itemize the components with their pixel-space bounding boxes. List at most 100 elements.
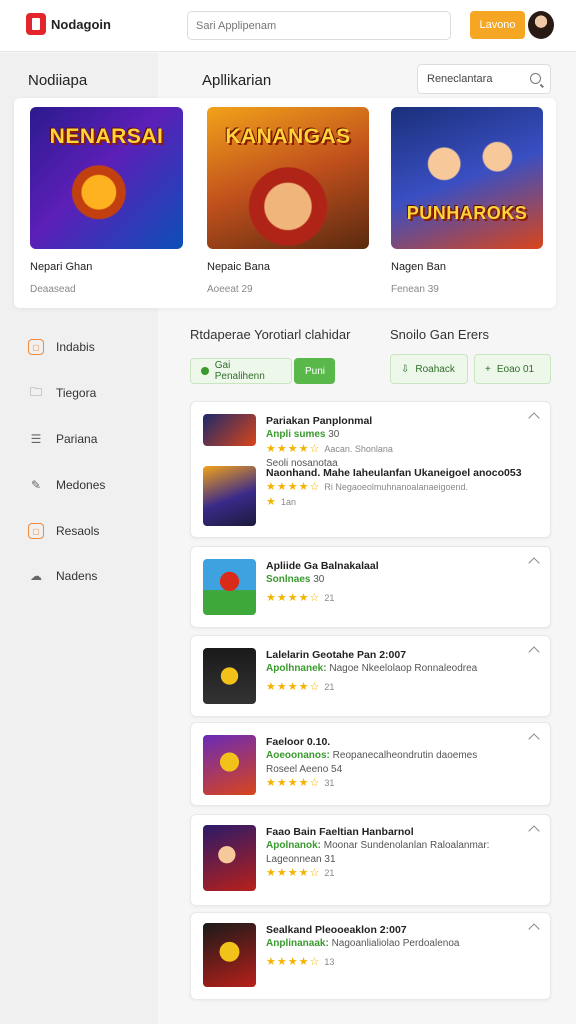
app-icon (203, 825, 256, 891)
app-meta: Ri Negaoeolmuhnanoalanaeigoend. (324, 482, 468, 493)
app-icon (203, 559, 256, 615)
app-icon (203, 414, 256, 446)
status-dot-icon (201, 367, 209, 375)
app-icon (203, 735, 256, 795)
filter-pill-active[interactable]: Puni (294, 358, 335, 384)
app-list-card[interactable]: Lalelarin Geotahe Pan 2:007 Apolhnanek: … (190, 635, 551, 717)
app-meta: 30 (328, 429, 340, 441)
rating-stars: ★★★★☆ (266, 867, 321, 880)
recommend-search-box[interactable]: Reneclantara (417, 64, 551, 94)
app-title: Sealkand Pleooeaklon 2:007 (266, 924, 407, 936)
card-subtitle: Deaasead (30, 284, 76, 295)
action-pill-label: Roahack (415, 363, 455, 375)
app-icon: ▢ (28, 523, 44, 539)
filter-pill[interactable]: Gai Penalihenn (190, 358, 292, 384)
cloud-icon: ☁ (30, 569, 42, 583)
action-pill[interactable]: + Eoao 01 (474, 354, 551, 384)
rating-count: 21 (324, 868, 335, 879)
app-icon (203, 923, 256, 987)
rating-stars: ★ (266, 496, 277, 509)
page-title: Apllikarian (202, 72, 272, 89)
app-icon: ▢ (28, 339, 44, 355)
download-icon: ⇩ (401, 363, 410, 375)
folder-icon: 🗀 (29, 384, 42, 399)
app-list-card[interactable]: Sealkand Pleooeaklon 2:007 Anplinanaak: … (190, 912, 551, 1000)
rating-stars: ★★★★☆ (266, 442, 321, 455)
app-title: Pariakan Panplonmal (266, 415, 373, 427)
app-category: Apolhnanek: (266, 663, 327, 675)
header-action-button[interactable]: Lavono (470, 11, 525, 39)
sidebar-item-indabis[interactable]: ▢ Indabis (28, 339, 95, 355)
chevron-up-icon[interactable] (528, 557, 540, 569)
sidebar-item-resaols[interactable]: ▢ Resaols (28, 523, 99, 539)
card-title: Nepaic Bana (207, 261, 270, 273)
list-item[interactable]: Faeloor 0.10. Aoeoonanos: Reopanecalheon… (203, 735, 536, 795)
app-title: Faao Bain Faeltian Hanbarnol (266, 826, 414, 838)
card-title: Nepari Ghan (30, 261, 93, 273)
rating-count: 21 (324, 592, 335, 603)
list-icon: ☰ (30, 432, 42, 446)
list-item[interactable]: Apliide Ga Balnakalaal Sonlnaes 30 ★★★★☆… (203, 559, 379, 615)
sidebar-item-label: Indabis (56, 340, 95, 354)
app-list-card[interactable]: Faeloor 0.10. Aoeoonanos: Reopanecalheon… (190, 722, 551, 806)
app-title: Apliide Ga Balnakalaal (266, 560, 379, 572)
app-category: Apolnanok: (266, 840, 321, 852)
app-title: Faeloor 0.10. (266, 736, 331, 748)
rating-stars: ★★★★☆ (266, 955, 321, 968)
thumbnail-art-text: PUNHAROKS (406, 203, 528, 223)
logo-text: Nodagoin (51, 16, 111, 32)
app-list-card[interactable]: Faao Bain Faeltian Hanbarnol Apolnanok: … (190, 814, 551, 906)
action-pill[interactable]: ⇩ Roahack (390, 354, 468, 384)
app-meta: 30 (313, 574, 325, 586)
app-note: Roseel Aeeno 54 (266, 763, 343, 775)
app-category: Anpli sumes (266, 429, 326, 441)
search-input[interactable] (187, 11, 451, 40)
thumbnail-art-text: KANANGAS (225, 125, 351, 148)
app-meta: Reopanecalheondrutin daoemes (332, 750, 478, 762)
filter-pill-label: Puni (305, 365, 326, 377)
app-meta: Moonar Sundenolanlan Raloalanmar: (323, 840, 490, 852)
sidebar-item-label: Tiegora (56, 386, 97, 400)
rating-count: 21 (324, 681, 335, 692)
list-item[interactable]: Pariakan Panplonmal Anpli sumes 30 ★★★★☆… (203, 414, 393, 470)
list-item[interactable]: Naonhand. Mahe Iaheulanfan Ukaneigoel an… (203, 466, 531, 526)
search-icon[interactable] (530, 73, 541, 84)
sidebar-item-label: Resaols (56, 524, 100, 538)
rating-stars: ★★★★☆ (266, 777, 321, 790)
avatar[interactable] (528, 11, 554, 39)
app-title: Lalelarin Geotahe Pan 2:007 (266, 649, 407, 661)
sidebar-item-label: Nadens (56, 569, 98, 583)
sidebar-item-nadens[interactable]: ☁ Nadens (28, 568, 97, 584)
chevron-up-icon[interactable] (528, 412, 540, 424)
rating-count: 31 (324, 778, 335, 789)
rating-stars: ★★★★☆ (266, 680, 321, 693)
logo[interactable]: Nodagoin (26, 13, 111, 35)
filter-pill-label: Gai Penalihenn (214, 360, 265, 382)
top-bar: Nodagoin Lavono (0, 0, 576, 52)
sidebar-item-pariana[interactable]: ☰ Pariana (28, 431, 98, 447)
section-title-left: Rtdaperae Yorotiarl clahidar (190, 327, 351, 342)
list-item[interactable]: Sealkand Pleooeaklon 2:007 Anplinanaak: … (203, 923, 536, 987)
list-item[interactable]: Lalelarin Geotahe Pan 2:007 Apolhnanek: … (203, 648, 536, 704)
recommend-label: Reneclantara (427, 73, 493, 85)
logo-icon (26, 13, 46, 35)
app-category: Anplinanaak: (266, 938, 329, 950)
app-meta: Nagoanlialiolao Perdoalenoa (331, 938, 460, 950)
featured-card[interactable]: KANANGAS Nepaic Bana Aoeeat 29 (207, 107, 369, 295)
app-note: Lageonnean 31 (266, 853, 336, 865)
app-title: Naonhand. Mahe Iaheulanfan Ukaneigoel an… (266, 467, 522, 479)
thumbnail-art-text: NENARSAI (49, 125, 164, 148)
sidebar-title: Nodiiapa (28, 72, 88, 89)
sidebar-item-medones[interactable]: ✎ Medones (28, 477, 105, 493)
app-category: Sonlnaes (266, 574, 311, 586)
rating-count: 1an (280, 497, 296, 508)
app-meta: Nagoe Nkeelolaop Ronnaleodrea (329, 663, 478, 675)
list-item[interactable]: Faao Bain Faeltian Hanbarnol Apolnanok: … (203, 825, 536, 891)
app-list-card[interactable]: Apliide Ga Balnakalaal Sonlnaes 30 ★★★★☆… (190, 546, 551, 628)
sidebar-item-tiegora[interactable]: 🗀 Tiegora (28, 385, 96, 401)
featured-card[interactable]: PUNHAROKS Nagen Ban Fenean 39 (391, 107, 543, 295)
app-list-card[interactable]: Pariakan Panplonmal Anpli sumes 30 ★★★★☆… (190, 401, 551, 538)
game-thumbnail: NENARSAI (30, 107, 183, 249)
app-icon (203, 648, 256, 704)
featured-card[interactable]: NENARSAI Nepari Ghan Deaasead (30, 107, 183, 295)
